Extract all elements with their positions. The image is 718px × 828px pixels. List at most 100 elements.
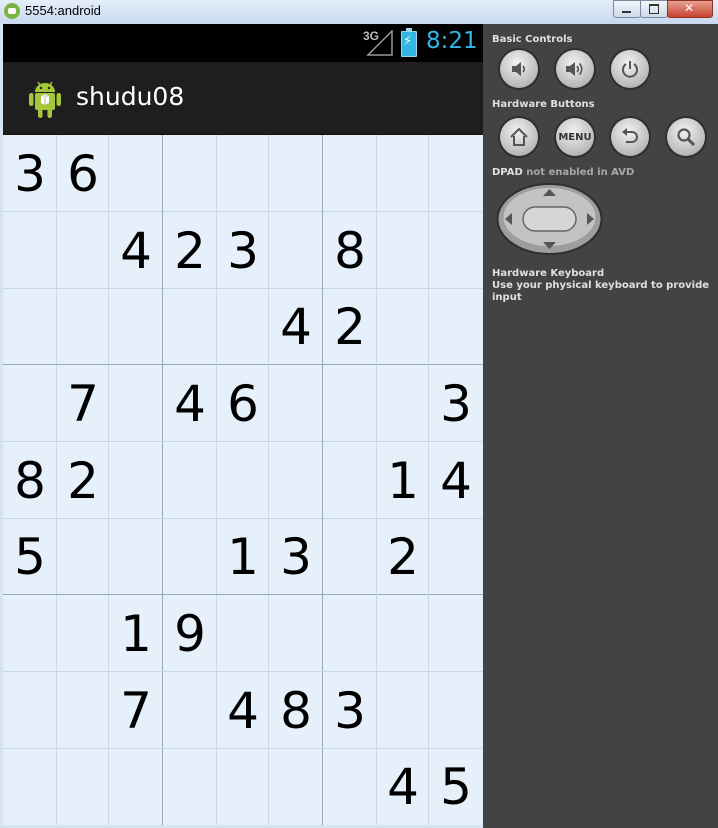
sudoku-cell[interactable]	[377, 365, 429, 442]
home-button[interactable]	[500, 118, 538, 156]
sudoku-cell[interactable]	[269, 749, 323, 825]
sudoku-cell[interactable]	[57, 212, 109, 289]
sudoku-cell[interactable]: 4	[217, 672, 269, 749]
sudoku-cell[interactable]	[3, 365, 57, 442]
search-button[interactable]	[667, 118, 705, 156]
sudoku-cell[interactable]: 3	[323, 672, 377, 749]
sudoku-cell[interactable]	[3, 672, 57, 749]
sudoku-cell[interactable]	[429, 289, 483, 365]
sudoku-cell[interactable]	[323, 749, 377, 825]
sudoku-cell[interactable]: 3	[3, 135, 57, 212]
dpad-control[interactable]	[496, 183, 603, 255]
sudoku-cell[interactable]	[57, 289, 109, 365]
sudoku-cell[interactable]: 2	[163, 212, 217, 289]
sudoku-cell[interactable]	[217, 595, 269, 672]
sudoku-cell[interactable]: 4	[109, 212, 163, 289]
sudoku-cell[interactable]	[163, 749, 217, 825]
sudoku-cell[interactable]	[429, 595, 483, 672]
sudoku-cell[interactable]: 1	[109, 595, 163, 672]
sudoku-cell[interactable]: 7	[57, 365, 109, 442]
sudoku-cell[interactable]: 7	[109, 672, 163, 749]
sudoku-cell[interactable]	[3, 289, 57, 365]
close-button[interactable]	[667, 0, 713, 18]
sudoku-cell[interactable]: 4	[429, 442, 483, 519]
sudoku-cell[interactable]	[217, 442, 269, 519]
minimize-button[interactable]	[613, 0, 641, 18]
sudoku-cell[interactable]: 1	[377, 442, 429, 519]
sudoku-cell[interactable]	[57, 595, 109, 672]
sudoku-cell[interactable]	[163, 519, 217, 595]
sudoku-cell[interactable]	[163, 135, 217, 212]
sudoku-cell[interactable]	[3, 749, 57, 825]
sudoku-cell[interactable]	[57, 749, 109, 825]
sudoku-cell[interactable]	[323, 519, 377, 595]
sudoku-cell[interactable]	[109, 749, 163, 825]
sudoku-cell[interactable]: 1	[217, 519, 269, 595]
sudoku-cell[interactable]	[163, 442, 217, 519]
sudoku-cell[interactable]	[377, 289, 429, 365]
sudoku-cell[interactable]	[377, 672, 429, 749]
sudoku-cell[interactable]: 8	[323, 212, 377, 289]
sudoku-cell[interactable]	[217, 749, 269, 825]
hardware-buttons-heading: Hardware Buttons	[492, 99, 595, 110]
volume-down-icon	[512, 62, 526, 76]
sudoku-cell[interactable]	[429, 212, 483, 289]
sudoku-cell[interactable]: 3	[429, 365, 483, 442]
sudoku-cell[interactable]: 2	[57, 442, 109, 519]
sudoku-cell[interactable]	[269, 365, 323, 442]
sudoku-cell[interactable]: 5	[429, 749, 483, 825]
sudoku-cell[interactable]: 6	[57, 135, 109, 212]
sudoku-cell[interactable]: 2	[323, 289, 377, 365]
sudoku-cell[interactable]	[269, 212, 323, 289]
sudoku-cell[interactable]	[269, 595, 323, 672]
sudoku-cell[interactable]	[323, 135, 377, 212]
sudoku-cell[interactable]	[269, 135, 323, 212]
sudoku-cell[interactable]	[429, 135, 483, 212]
sudoku-cell[interactable]: 2	[377, 519, 429, 595]
hardware-keyboard-heading: Hardware Keyboard	[492, 268, 605, 279]
sudoku-cell[interactable]: 4	[269, 289, 323, 365]
sudoku-cell[interactable]	[217, 289, 269, 365]
sudoku-cell[interactable]	[3, 212, 57, 289]
sudoku-cell[interactable]: 3	[269, 519, 323, 595]
window-title: 5554:android	[25, 3, 101, 18]
sudoku-cell[interactable]	[377, 595, 429, 672]
sudoku-cell[interactable]	[429, 672, 483, 749]
sudoku-cell[interactable]: 8	[3, 442, 57, 519]
sudoku-cell[interactable]	[163, 672, 217, 749]
sudoku-cell[interactable]	[163, 289, 217, 365]
sudoku-cell[interactable]	[109, 135, 163, 212]
sudoku-cell[interactable]: 4	[377, 749, 429, 825]
volume-up-button[interactable]	[556, 50, 594, 88]
sudoku-cell[interactable]	[269, 442, 323, 519]
sudoku-cell[interactable]	[57, 519, 109, 595]
sudoku-cell[interactable]	[109, 519, 163, 595]
sudoku-cell[interactable]	[323, 595, 377, 672]
back-button[interactable]	[611, 118, 649, 156]
sudoku-cell[interactable]	[429, 519, 483, 595]
sudoku-cell[interactable]: 3	[217, 212, 269, 289]
sudoku-cell[interactable]: 5	[3, 519, 57, 595]
sudoku-cell[interactable]	[109, 442, 163, 519]
sudoku-cell[interactable]	[323, 442, 377, 519]
sudoku-cell[interactable]: 4	[163, 365, 217, 442]
sudoku-cell[interactable]: 9	[163, 595, 217, 672]
android-app-icon	[4, 3, 20, 19]
action-bar: shudu08	[3, 62, 483, 136]
sudoku-cell[interactable]: 8	[269, 672, 323, 749]
sudoku-cell[interactable]: 6	[217, 365, 269, 442]
sudoku-cell[interactable]	[3, 595, 57, 672]
maximize-button[interactable]	[640, 0, 668, 18]
sudoku-cell[interactable]	[217, 135, 269, 212]
sudoku-cell[interactable]	[377, 212, 429, 289]
power-button[interactable]	[611, 50, 649, 88]
menu-button[interactable]: MENU	[556, 118, 594, 156]
sudoku-cell[interactable]	[323, 365, 377, 442]
sudoku-cell[interactable]	[57, 672, 109, 749]
sudoku-cell[interactable]	[109, 365, 163, 442]
sudoku-board[interactable]: 3642384274638214513219748345	[3, 135, 483, 825]
basic-controls-heading: Basic Controls	[492, 34, 573, 45]
sudoku-cell[interactable]	[109, 289, 163, 365]
volume-down-button[interactable]	[500, 50, 538, 88]
sudoku-cell[interactable]	[377, 135, 429, 212]
